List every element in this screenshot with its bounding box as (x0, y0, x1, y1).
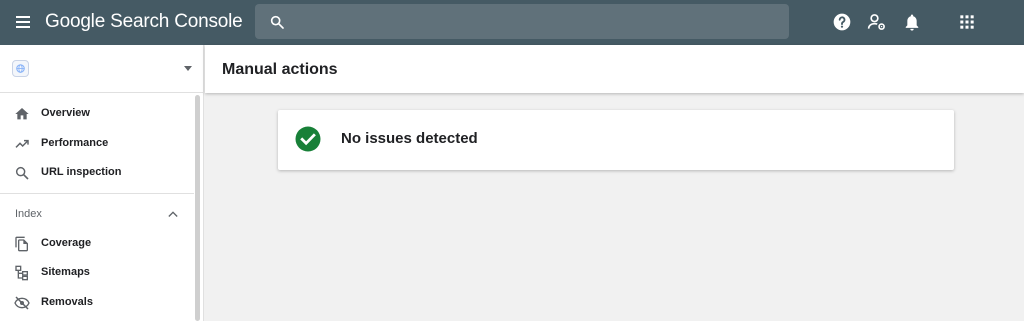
search-bar[interactable] (255, 4, 789, 39)
status-text: No issues detected (341, 130, 478, 147)
visibility-off-icon (14, 296, 30, 310)
section-label: Index (15, 208, 42, 220)
search-icon (15, 166, 29, 180)
sidebar-item-overview[interactable]: Overview (0, 99, 194, 129)
app-logo[interactable]: Google Search Console (45, 11, 243, 33)
sidebar-item-coverage[interactable]: Coverage (0, 229, 194, 259)
help-icon[interactable] (832, 12, 852, 32)
trending-up-icon (15, 139, 29, 148)
main-menu-icon[interactable] (13, 12, 35, 32)
chevron-up-icon[interactable] (168, 210, 178, 218)
sidebar-item-label: Removals (41, 296, 93, 308)
sidebar-scrollbar[interactable] (195, 95, 200, 321)
sidebar-section-index[interactable]: Index (0, 202, 194, 228)
divider (0, 193, 194, 194)
sidebar-item-label: Coverage (41, 237, 92, 249)
property-selector[interactable] (0, 45, 204, 93)
sidebar-item-label: Overview (41, 107, 90, 119)
coverage-icon (15, 236, 28, 252)
status-card: No issues detected (278, 110, 954, 170)
globe-icon (12, 60, 29, 77)
sidebar-item-url-inspection[interactable]: URL inspection (0, 158, 194, 188)
sidebar-item-label: Sitemaps (41, 266, 90, 278)
sidebar-item-performance[interactable]: Performance (0, 129, 194, 159)
sidebar-item-sitemaps[interactable]: Sitemaps (0, 258, 194, 288)
home-icon (15, 108, 29, 120)
sidebar-item-removals[interactable]: Removals (0, 288, 194, 318)
sitemap-icon (15, 265, 28, 281)
check-circle-icon (295, 126, 321, 152)
dropdown-arrow-icon[interactable] (184, 66, 192, 71)
sidebar-item-label: Performance (41, 137, 109, 149)
sidebar-item-label: URL inspection (41, 166, 122, 178)
page-header: Manual actions (205, 45, 1024, 93)
account-settings-icon[interactable] (867, 12, 887, 32)
notifications-bell-icon[interactable] (902, 12, 922, 32)
search-icon[interactable] (269, 14, 285, 30)
page-title: Manual actions (222, 61, 338, 78)
search-input[interactable] (295, 4, 775, 39)
top-app-bar: Google Search Console (0, 0, 1024, 45)
apps-grid-icon[interactable] (957, 12, 977, 32)
sidebar: Overview Performance URL inspection Inde… (0, 45, 204, 321)
